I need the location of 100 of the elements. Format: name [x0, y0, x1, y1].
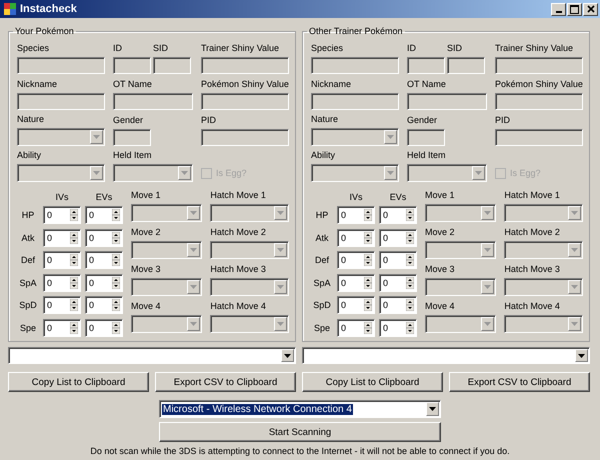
spin-box[interactable]: 0	[43, 251, 81, 270]
spin-box[interactable]: 0	[337, 206, 375, 224]
dropdown[interactable]	[504, 315, 583, 333]
text-field[interactable]	[495, 129, 583, 146]
spin-box[interactable]: 0	[379, 318, 417, 337]
spin-arrows-icon	[364, 209, 372, 222]
spin-box[interactable]: 0	[337, 296, 375, 314]
spin-arrows-icon	[364, 254, 372, 266]
field-label: Trainer Shiny Value	[495, 42, 574, 55]
spin-box[interactable]: 0	[379, 274, 417, 292]
spin-arrows-icon	[112, 209, 120, 222]
spin-box[interactable]: 0	[85, 318, 123, 337]
copy-list-button[interactable]: Copy List to Clipboard	[8, 372, 149, 392]
dropdown[interactable]	[425, 315, 496, 333]
spin-box[interactable]: 0	[43, 228, 81, 247]
text-field[interactable]	[17, 93, 105, 110]
spin-box[interactable]: 0	[85, 251, 123, 270]
spin-box[interactable]: 0	[85, 274, 123, 292]
dropdown[interactable]	[131, 315, 202, 333]
field-label: Ability	[311, 149, 336, 162]
export-csv-button[interactable]: Export CSV to Clipboard	[155, 372, 296, 392]
text-field[interactable]	[495, 57, 583, 74]
dropdown[interactable]	[17, 128, 105, 146]
text-field[interactable]	[201, 57, 289, 74]
spin-box[interactable]: 0	[43, 296, 81, 314]
field-label: OT Name	[113, 78, 153, 91]
dropdown[interactable]	[311, 128, 399, 146]
field-label: OT Name	[407, 78, 447, 91]
spin-arrows-icon	[364, 322, 372, 334]
text-field[interactable]	[113, 93, 193, 110]
network-dropdown[interactable]: Microsoft - Wireless Network Connection 4	[159, 400, 441, 418]
start-scanning-button[interactable]: Start Scanning	[159, 422, 441, 442]
stat-label: SpA	[312, 278, 332, 288]
spin-box[interactable]: 0	[85, 228, 123, 247]
spin-arrows-icon	[112, 232, 120, 244]
spin-box[interactable]: 0	[337, 251, 375, 270]
dropdown[interactable]	[131, 204, 202, 222]
text-field[interactable]	[17, 57, 105, 74]
dropdown[interactable]	[504, 241, 583, 259]
dropdown[interactable]	[425, 278, 496, 296]
dropdown[interactable]	[504, 278, 583, 296]
text-field[interactable]	[447, 57, 485, 74]
spin-box[interactable]: 0	[379, 296, 417, 314]
text-field[interactable]	[311, 93, 399, 110]
field-label: Move 4	[425, 300, 456, 313]
text-field[interactable]	[407, 129, 445, 146]
spin-arrows-icon	[406, 276, 414, 289]
spin-box[interactable]: 0	[379, 228, 417, 247]
dropdown[interactable]	[311, 164, 399, 182]
dropdown[interactable]	[131, 241, 202, 259]
column-heading: IVs	[54, 192, 70, 202]
field-label: Move 3	[131, 263, 162, 276]
text-field[interactable]	[153, 57, 191, 74]
minimize-button[interactable]	[551, 2, 566, 16]
spin-arrows-icon	[112, 299, 120, 312]
dropdown[interactable]	[407, 164, 487, 182]
dropdown[interactable]	[113, 164, 193, 182]
stat-label: Def	[20, 255, 36, 266]
text-field[interactable]	[113, 57, 151, 74]
spin-box[interactable]: 0	[85, 206, 123, 224]
text-field[interactable]	[311, 57, 399, 74]
text-field[interactable]	[201, 129, 289, 146]
dropdown[interactable]	[210, 204, 289, 222]
maximize-button[interactable]	[567, 2, 582, 16]
field-label: Hatch Move 3	[210, 263, 267, 276]
field-label: Nature	[17, 113, 46, 126]
export-csv-button[interactable]: Export CSV to Clipboard	[449, 372, 590, 392]
spin-box[interactable]: 0	[337, 318, 375, 337]
spin-arrows-icon	[112, 322, 120, 334]
spin-box[interactable]: 0	[337, 274, 375, 292]
dropdown[interactable]	[425, 204, 496, 222]
dropdown[interactable]	[210, 315, 289, 333]
text-field[interactable]	[495, 93, 583, 110]
spin-box[interactable]: 0	[85, 296, 123, 314]
result-dropdown[interactable]	[8, 347, 296, 364]
spin-box[interactable]: 0	[43, 206, 81, 224]
field-label: Held Item	[407, 149, 447, 162]
copy-list-button[interactable]: Copy List to Clipboard	[302, 372, 443, 392]
field-label: Nickname	[17, 78, 58, 91]
stat-label: SpD	[18, 300, 38, 310]
text-field[interactable]	[201, 93, 289, 110]
stat-label: Spe	[18, 322, 37, 333]
spin-box[interactable]: 0	[379, 251, 417, 270]
result-dropdown[interactable]	[302, 347, 590, 364]
dropdown[interactable]	[210, 278, 289, 296]
spin-arrows-icon	[112, 254, 120, 266]
dropdown[interactable]	[131, 278, 202, 296]
close-button[interactable]	[583, 2, 598, 16]
spin-box[interactable]: 0	[43, 274, 81, 292]
text-field[interactable]	[113, 129, 151, 146]
text-field[interactable]	[407, 93, 487, 110]
dropdown[interactable]	[210, 241, 289, 259]
spin-box[interactable]: 0	[379, 206, 417, 224]
dropdown[interactable]	[504, 204, 583, 222]
text-field[interactable]	[407, 57, 445, 74]
field-label: PID	[201, 114, 218, 127]
dropdown[interactable]	[17, 164, 105, 182]
dropdown[interactable]	[425, 241, 496, 259]
spin-box[interactable]: 0	[43, 318, 81, 337]
spin-box[interactable]: 0	[337, 228, 375, 247]
